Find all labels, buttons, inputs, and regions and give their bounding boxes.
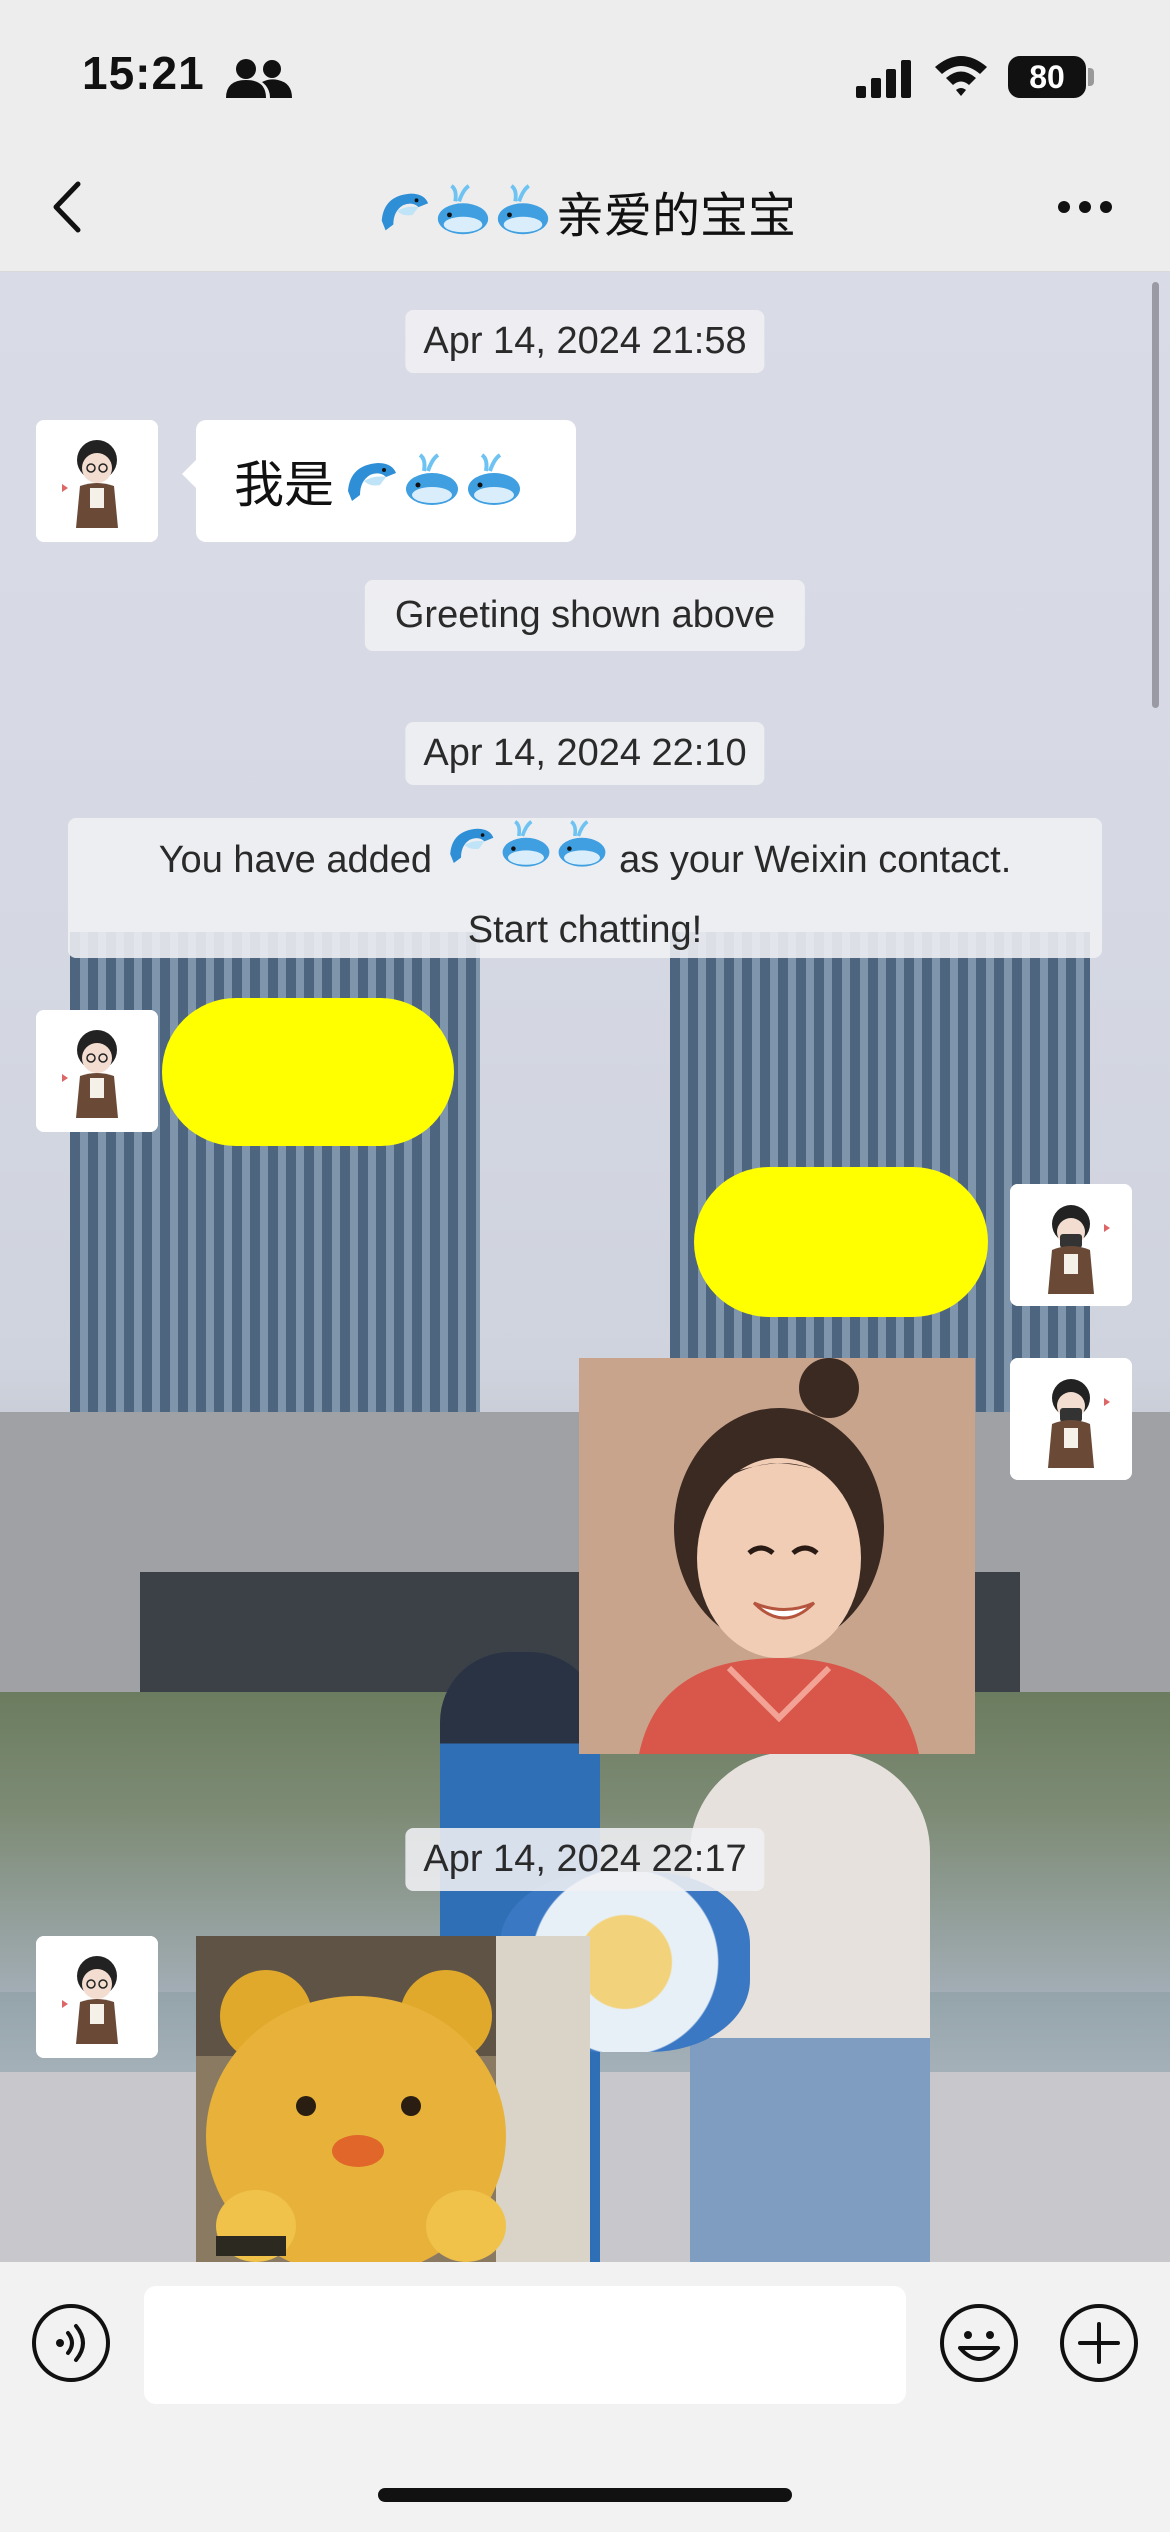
sent-photo-child[interactable] (579, 1358, 975, 1754)
received-photo-bear[interactable] (196, 1936, 590, 2262)
whale-icon (558, 820, 605, 867)
chat-title: 亲爱的宝宝 (0, 176, 1170, 246)
whale-icon (468, 453, 520, 505)
girl-avatar-icon (36, 1936, 158, 2058)
self-avatar[interactable] (1010, 1358, 1132, 1480)
boy-avatar-icon (1010, 1358, 1132, 1480)
wifi-icon (935, 56, 987, 96)
bear-photo-image (196, 1936, 590, 2262)
contact-avatar[interactable] (36, 1010, 158, 1132)
redacted-message-outgoing[interactable] (694, 1167, 988, 1317)
girl-avatar-icon (36, 1010, 158, 1132)
more-icon[interactable] (1056, 196, 1114, 218)
dolphin-icon (449, 828, 493, 863)
contact-avatar[interactable] (36, 1936, 158, 2058)
dolphin-icon (381, 193, 429, 231)
system-note-line2: Start chatting! (467, 909, 703, 951)
signal-icon (856, 60, 911, 98)
message-bubble-greeting[interactable]: 我是 (182, 420, 576, 542)
chat-scrollbar[interactable] (1152, 282, 1159, 708)
plus-icon[interactable] (1058, 2302, 1140, 2384)
self-avatar[interactable] (1010, 1184, 1132, 1306)
timestamp: Apr 14, 2024 22:10 (405, 722, 765, 785)
title-emojis (374, 182, 552, 240)
battery-indicator: 80 (1008, 56, 1086, 98)
status-time: 15:21 (82, 47, 205, 99)
status-bar: 15:21 80 (0, 0, 1170, 150)
child-photo-image (579, 1358, 975, 1754)
whale-icon (497, 184, 549, 235)
people-icon (226, 59, 292, 98)
home-indicator[interactable] (378, 2488, 792, 2502)
contact-emojis (443, 818, 609, 872)
redacted-message-incoming[interactable] (162, 998, 454, 1146)
system-note-greeting: Greeting shown above (364, 580, 806, 651)
system-note-added-contact: You have added as your Weixin contact. S… (68, 818, 1102, 958)
message-text: 我是 (234, 457, 334, 513)
whale-icon (406, 453, 458, 505)
voice-icon[interactable] (30, 2302, 112, 2384)
system-note-line1: You have added as your Weixin contact. (68, 818, 1102, 895)
message-emojis (340, 451, 524, 511)
timestamp: Apr 14, 2024 21:58 (405, 310, 765, 373)
added-prefix: You have added (158, 839, 433, 881)
contact-avatar[interactable] (36, 420, 158, 542)
chat-header: 亲爱的宝宝 (0, 150, 1170, 272)
emoji-icon[interactable] (938, 2302, 1020, 2384)
girl-avatar-icon (36, 420, 158, 542)
chat-area[interactable]: Apr 14, 2024 21:58 我是 Greeting shown abo… (0, 272, 1170, 2262)
dolphin-icon (348, 463, 396, 501)
whale-icon (437, 184, 489, 235)
chat-title-text: 亲爱的宝宝 (555, 190, 796, 243)
whale-icon (502, 820, 549, 867)
battery-cap (1088, 68, 1094, 86)
timestamp: Apr 14, 2024 22:17 (405, 1828, 765, 1891)
boy-avatar-icon (1010, 1184, 1132, 1306)
message-input[interactable] (144, 2286, 906, 2404)
added-suffix: as your Weixin contact. (619, 839, 1012, 881)
